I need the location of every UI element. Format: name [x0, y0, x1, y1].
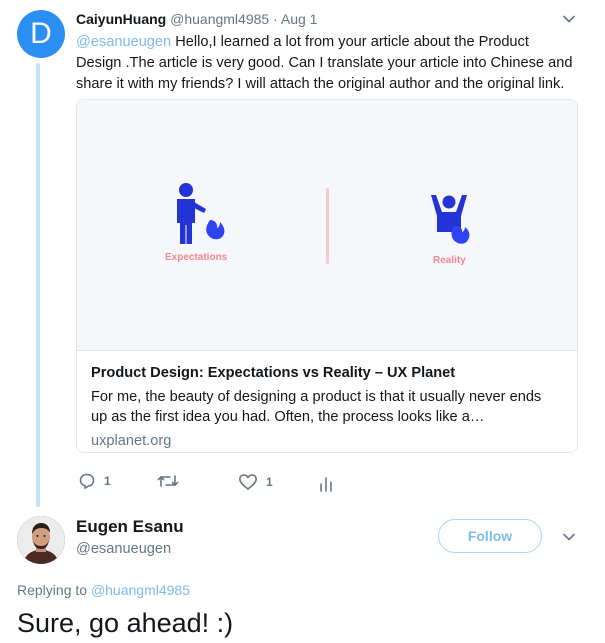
- chevron-down-icon[interactable]: [562, 530, 576, 544]
- replying-to-prefix: Replying to: [17, 582, 91, 598]
- retweet-button[interactable]: [157, 473, 179, 489]
- card-domain: uxplanet.org: [91, 433, 172, 449]
- image-divider: [326, 188, 329, 264]
- reply-button[interactable]: 1: [78, 472, 111, 490]
- analytics-button[interactable]: [318, 474, 334, 492]
- tweet-text: Sure, go ahead! :): [17, 608, 234, 638]
- link-preview-card[interactable]: Expectations Reality Product Design: Exp…: [76, 99, 578, 453]
- heart-icon: [238, 473, 258, 491]
- card-title[interactable]: Product Design: Expectations vs Reality …: [91, 363, 561, 383]
- author-handle[interactable]: @esanueugen: [76, 541, 171, 557]
- like-button[interactable]: 1: [238, 473, 273, 491]
- expectations-label: Expectations: [165, 252, 228, 263]
- author-name[interactable]: CaiyunHuang: [76, 11, 166, 27]
- author-handle[interactable]: @huangml4985: [170, 11, 269, 27]
- separator-dot: ·: [273, 11, 278, 27]
- reply-icon: [78, 472, 96, 490]
- avatar[interactable]: D: [17, 10, 65, 58]
- card-image: Expectations Reality: [77, 100, 577, 351]
- card-text: Product Design: Expectations vs Reality …: [91, 363, 561, 449]
- replying-to-handle[interactable]: @huangml4985: [91, 582, 190, 598]
- person-with-flame-icon: [172, 182, 232, 253]
- follow-button[interactable]: Follow: [438, 519, 542, 553]
- tweet-thread: D CaiyunHuang @huangml4985 · Aug 1 @esan…: [0, 0, 605, 643]
- avatar[interactable]: [17, 516, 65, 564]
- person-on-fire-icon: [426, 192, 482, 253]
- analytics-icon: [318, 474, 334, 492]
- like-count: 1: [266, 475, 273, 489]
- card-description: For me, the beauty of designing a produc…: [91, 389, 542, 425]
- replying-to: Replying to @huangml4985: [17, 582, 190, 598]
- reality-label: Reality: [433, 255, 466, 266]
- chevron-down-icon[interactable]: [562, 12, 576, 26]
- author-name[interactable]: Eugen Esanu: [76, 517, 184, 537]
- tweet-date[interactable]: Aug 1: [281, 11, 318, 27]
- reply-count: 1: [104, 474, 111, 488]
- mention-link[interactable]: @esanueugen: [76, 34, 171, 50]
- tweet-text: @esanueugen Hello,I learned a lot from y…: [76, 32, 576, 95]
- tweet-header: CaiyunHuang @huangml4985 · Aug 1: [76, 11, 317, 27]
- thread-connector-line: [36, 63, 40, 507]
- retweet-icon: [157, 473, 179, 489]
